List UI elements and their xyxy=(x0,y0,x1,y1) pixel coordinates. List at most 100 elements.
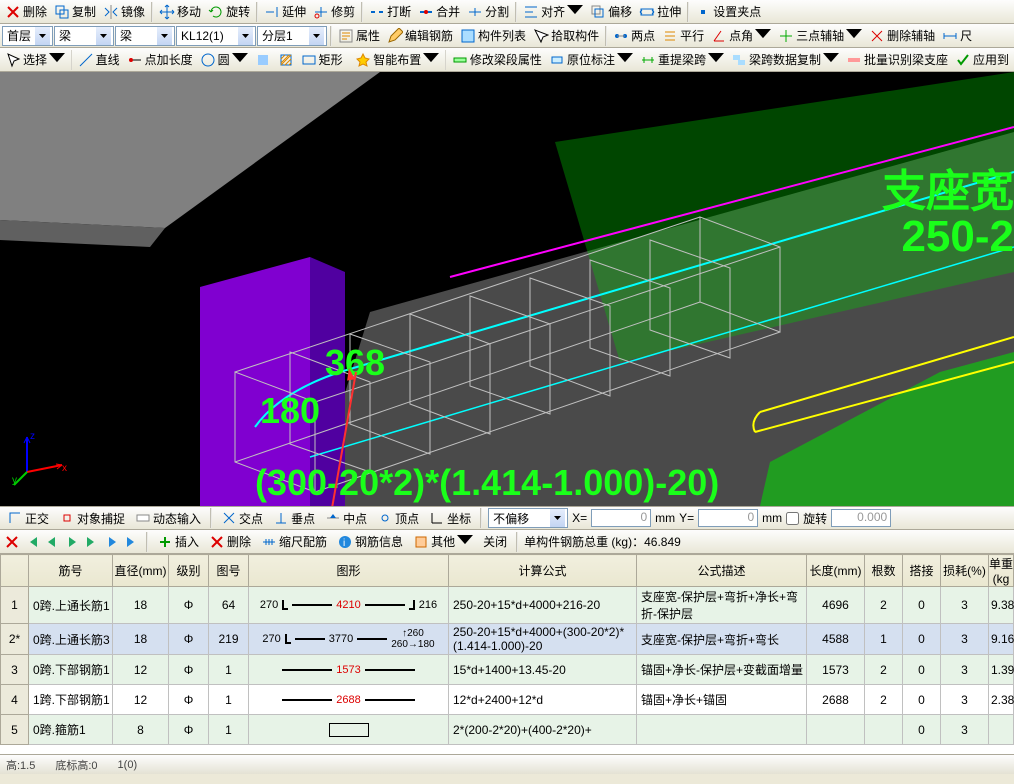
cell[interactable]: 0 xyxy=(903,685,941,715)
first-button[interactable] xyxy=(24,534,40,550)
hatch-button[interactable] xyxy=(275,49,297,71)
shape-cell[interactable]: 1573 xyxy=(249,655,449,685)
cell[interactable]: 0 xyxy=(903,624,941,655)
cell[interactable]: 2688 xyxy=(807,685,865,715)
floor-combo[interactable]: 首层 xyxy=(2,26,53,46)
cell[interactable]: 1 xyxy=(1,587,29,624)
member-list-button[interactable]: 构件列表 xyxy=(457,25,529,47)
cell[interactable]: 219 xyxy=(209,624,249,655)
cell[interactable]: 0 xyxy=(903,715,941,745)
two-point-button[interactable]: 两点 xyxy=(610,25,658,47)
rotate-input[interactable]: 0.000 xyxy=(831,509,891,527)
model-viewport[interactable]: 368 180 (300-20*2)*(1.414-1.000)-20) 支座宽… xyxy=(0,72,1014,506)
align-button[interactable]: 对齐 xyxy=(520,1,586,23)
shape-cell[interactable]: 2703770↑260260→180 xyxy=(249,624,449,655)
insert-button[interactable]: 插入 xyxy=(154,531,202,553)
x-input[interactable]: 0 xyxy=(591,509,651,527)
dimension-button[interactable]: 尺 xyxy=(939,25,975,47)
cell[interactable]: 2* xyxy=(1,624,29,655)
cell[interactable] xyxy=(637,715,807,745)
apply-button[interactable]: 应用到 xyxy=(952,49,1012,71)
table-row[interactable]: 41跨.下部钢筋112Φ1268812*d+2400+12*d锚固+净长+锚固2… xyxy=(1,685,1014,715)
rect-button[interactable]: 矩形 xyxy=(298,49,346,71)
cell[interactable]: 0 xyxy=(903,655,941,685)
osnap-toggle[interactable]: 对象捕捉 xyxy=(56,507,128,529)
cell[interactable]: 12*d+2400+12*d xyxy=(449,685,637,715)
cell[interactable]: 3 xyxy=(941,587,989,624)
table-row[interactable]: 50跨.箍筋18Φ12*(200-2*20)+(400-2*20)+03 xyxy=(1,715,1014,745)
rotate-button[interactable]: 旋转 xyxy=(205,1,253,23)
fill-button[interactable] xyxy=(252,49,274,71)
next-button[interactable] xyxy=(64,534,80,550)
apex-snap[interactable]: 顶点 xyxy=(374,507,422,529)
cell[interactable]: 3 xyxy=(941,655,989,685)
cell[interactable]: 1 xyxy=(209,715,249,745)
pick-member-button[interactable]: 拾取构件 xyxy=(530,25,602,47)
cell[interactable]: 3 xyxy=(941,624,989,655)
offset-button[interactable]: 偏移 xyxy=(587,1,635,23)
cell[interactable]: Φ xyxy=(169,624,209,655)
attr-button[interactable]: 属性 xyxy=(335,25,383,47)
cell[interactable]: 18 xyxy=(113,587,169,624)
last-button[interactable] xyxy=(84,534,100,550)
column-header[interactable]: 损耗(%) xyxy=(941,555,989,587)
column-header[interactable]: 计算公式 xyxy=(449,555,637,587)
cell[interactable]: Φ xyxy=(169,655,209,685)
cell[interactable] xyxy=(989,715,1014,745)
cell[interactable]: 0跨.箍筋1 xyxy=(29,715,113,745)
copy-button[interactable]: 复制 xyxy=(51,1,99,23)
rebar-grid[interactable]: 筋号直径(mm)级别图号图形计算公式公式描述长度(mm)根数搭接损耗(%)单重(… xyxy=(0,554,1014,754)
stretch-button[interactable]: 拉伸 xyxy=(636,1,684,23)
last2-button[interactable] xyxy=(124,534,140,550)
extend-button[interactable]: 延伸 xyxy=(261,1,309,23)
cell[interactable]: 1 xyxy=(209,655,249,685)
mod-span-button[interactable]: 修改梁段属性 xyxy=(449,49,545,71)
edit-rebar-button[interactable]: 编辑钢筋 xyxy=(384,25,456,47)
respan-button[interactable]: 重提梁跨 xyxy=(637,49,727,71)
delete-row-button[interactable]: 删除 xyxy=(206,531,254,553)
orig-label-button[interactable]: 原位标注 xyxy=(546,49,636,71)
cell[interactable] xyxy=(865,715,903,745)
cell[interactable]: Φ xyxy=(169,587,209,624)
table-row[interactable]: 30跨.下部钢筋112Φ1157315*d+1400+13.45-20锚固+净长… xyxy=(1,655,1014,685)
point-length-button[interactable]: 点加长度 xyxy=(124,49,196,71)
smart-place-button[interactable]: 智能布置 xyxy=(352,49,442,71)
cell[interactable]: 2*(200-2*20)+(400-2*20)+ xyxy=(449,715,637,745)
cell[interactable]: 1 xyxy=(209,685,249,715)
cell[interactable]: 2 xyxy=(865,587,903,624)
cell[interactable]: 支座宽-保护层+弯折+弯长 xyxy=(637,624,807,655)
cell[interactable]: 250-20+15*d+4000+216-20 xyxy=(449,587,637,624)
cell[interactable]: 12 xyxy=(113,685,169,715)
line-button[interactable]: 直线 xyxy=(75,49,123,71)
cell[interactable]: 12 xyxy=(113,655,169,685)
close-button[interactable]: 关闭 xyxy=(480,531,510,553)
cell[interactable]: 3 xyxy=(941,715,989,745)
dyn-input-toggle[interactable]: 动态输入 xyxy=(132,507,204,529)
split-button[interactable]: 分割 xyxy=(464,1,512,23)
next2-button[interactable] xyxy=(104,534,120,550)
table-row[interactable]: 2*0跨.上通长筋318Φ2192703770↑260260→180250-20… xyxy=(1,624,1014,655)
shape-cell[interactable] xyxy=(249,715,449,745)
cell[interactable]: 1 xyxy=(865,624,903,655)
cell[interactable]: 64 xyxy=(209,587,249,624)
cell[interactable]: 9.381 xyxy=(989,587,1014,624)
span-combo[interactable]: 分层1 xyxy=(257,26,327,46)
three-aux-button[interactable]: 三点辅轴 xyxy=(775,25,865,47)
close-x-icon[interactable] xyxy=(4,534,20,550)
shape-cell[interactable]: 2688 xyxy=(249,685,449,715)
select-button[interactable]: 选择 xyxy=(2,49,68,71)
span-data-copy-button[interactable]: 梁跨数据复制 xyxy=(728,49,842,71)
cell[interactable]: 1573 xyxy=(807,655,865,685)
rotate-checkbox[interactable] xyxy=(786,512,799,525)
move-button[interactable]: 移动 xyxy=(156,1,204,23)
mirror-button[interactable]: 镜像 xyxy=(100,1,148,23)
column-header[interactable]: 级别 xyxy=(169,555,209,587)
shape-cell[interactable]: 2704210216 xyxy=(249,587,449,624)
category-combo[interactable]: 梁 xyxy=(54,26,114,46)
cell[interactable]: 5 xyxy=(1,715,29,745)
break-button[interactable]: 打断 xyxy=(366,1,414,23)
point-angle-button[interactable]: 点角 xyxy=(708,25,774,47)
cell[interactable] xyxy=(807,715,865,745)
type-combo[interactable]: 梁 xyxy=(115,26,175,46)
cell[interactable]: 支座宽-保护层+弯折+净长+弯折-保护层 xyxy=(637,587,807,624)
